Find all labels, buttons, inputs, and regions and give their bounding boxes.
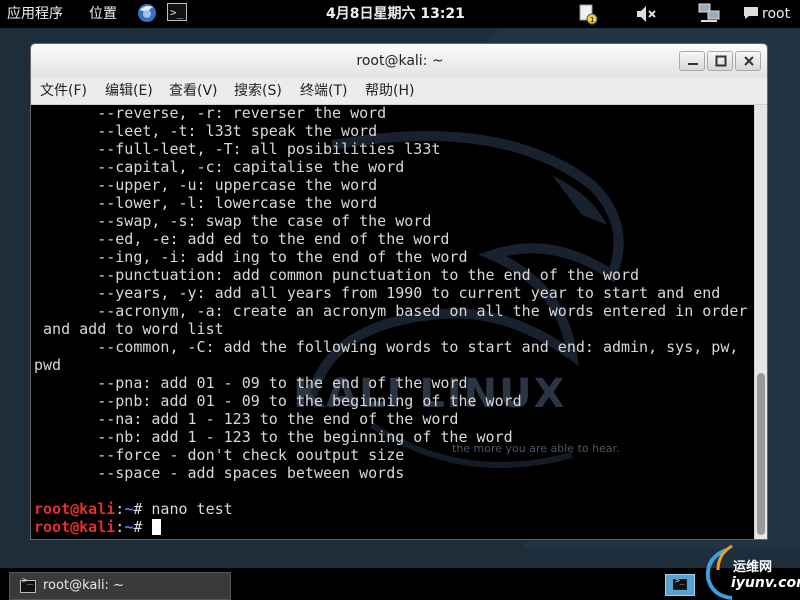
output-line: --punctuation: add common punctuation to… xyxy=(34,266,640,284)
iceweasel-browser-icon[interactable] xyxy=(136,2,158,24)
prompt-symbol: # xyxy=(133,500,152,518)
output-line: --leet, -t: l33t speak the word xyxy=(34,122,378,140)
places-menu[interactable]: 位置 xyxy=(89,0,117,28)
terminal-output: --reverse, -r: reverser the word --leet,… xyxy=(34,105,747,536)
output-line: --nb: add 1 - 123 to the beginning of th… xyxy=(34,428,513,446)
text-cursor xyxy=(152,519,162,535)
output-line: --space - add spaces between words xyxy=(34,464,405,482)
output-line: and add to word list xyxy=(34,320,224,338)
chat-bubble-icon[interactable] xyxy=(742,5,760,21)
output-line: --upper, -u: uppercase the word xyxy=(34,176,378,194)
close-button[interactable] xyxy=(735,51,761,71)
network-icon[interactable] xyxy=(697,3,721,25)
menu-file[interactable]: 文件(F) xyxy=(40,78,87,104)
output-line: --na: add 1 - 123 to the end of the word xyxy=(34,410,459,428)
notification-icon[interactable]: 1 xyxy=(578,3,598,25)
prompt-line-current[interactable]: root@kali:~# xyxy=(34,518,747,536)
minimize-button[interactable] xyxy=(679,51,705,71)
prompt-user: root@kali xyxy=(34,518,116,536)
prompt-separator: : xyxy=(115,500,125,518)
output-line: --years, -y: add all years from 1990 to … xyxy=(34,284,721,302)
minimize-icon xyxy=(688,63,698,65)
user-menu[interactable]: root xyxy=(762,0,790,28)
output-line: --force - don't check ooutput size xyxy=(34,446,405,464)
prompt-user: root@kali xyxy=(34,500,116,518)
menu-terminal[interactable]: 终端(T) xyxy=(300,78,347,104)
output-line: --pna: add 01 - 09 to the end of the wor… xyxy=(34,374,468,392)
menu-bar: 文件(F) 编辑(E) 查看(V) 搜索(S) 终端(T) 帮助(H) xyxy=(31,78,767,105)
maximize-icon xyxy=(715,55,727,67)
menu-help[interactable]: 帮助(H) xyxy=(365,78,414,104)
output-line: --ing, -i: add ing to the end of the wor… xyxy=(34,248,468,266)
bottom-panel: >_ root@kali: ~ >_ xyxy=(0,568,800,600)
output-line: --ed, -e: add ed to the end of the word xyxy=(34,230,450,248)
clock[interactable]: 4月8日星期六 13:21 xyxy=(326,0,465,28)
menu-view[interactable]: 查看(V) xyxy=(169,78,218,104)
output-line: --reverse, -r: reverser the word xyxy=(34,105,387,122)
terminal-glyph: >_ xyxy=(22,576,33,586)
maximize-button[interactable] xyxy=(707,51,733,71)
menu-edit[interactable]: 编辑(E) xyxy=(105,78,153,104)
terminal-icon: >_ xyxy=(20,576,36,593)
top-panel: 应用程序 位置 >_ 4月8日星期六 13:21 1 root xyxy=(0,0,800,28)
output-line: --common, -C: add the following words to… xyxy=(34,338,739,356)
prompt-line-command: root@kali:~# nano test xyxy=(34,500,747,518)
terminal-glyph: >_ xyxy=(675,576,685,585)
command-text: nano test xyxy=(151,500,233,518)
prompt-symbol: # xyxy=(133,518,152,536)
taskbar-item-terminal[interactable]: >_ root@kali: ~ xyxy=(9,572,231,600)
output-line: --capital, -c: capitalise the word xyxy=(34,158,405,176)
workspace-switcher[interactable]: >_ xyxy=(665,574,695,596)
logo-text-cn: 运维网 xyxy=(733,560,773,575)
taskbar-item-label: root@kali: ~ xyxy=(43,578,124,593)
terminal-launcher-icon[interactable]: >_ xyxy=(167,3,187,21)
output-line: --swap, -s: swap the case of the word xyxy=(34,212,432,230)
volume-muted-icon[interactable] xyxy=(634,3,658,25)
terminal-glyph: >_ xyxy=(170,6,184,19)
title-bar[interactable]: root@kali: ~ xyxy=(31,44,767,79)
terminal-area[interactable]: KALI LINUX the more you are able to hear… xyxy=(32,105,754,539)
vertical-scrollbar[interactable] xyxy=(754,105,767,539)
prompt-path: ~ xyxy=(124,518,134,536)
applications-menu[interactable]: 应用程序 xyxy=(7,0,63,28)
output-line: --full-leet, -T: all posibilities l33t xyxy=(34,140,441,158)
output-line: pwd xyxy=(34,356,62,374)
terminal-window: root@kali: ~ 文件(F) 编辑(E) 查看(V) 搜索(S) 终端(… xyxy=(30,43,768,540)
svg-text:1: 1 xyxy=(590,16,594,24)
prompt-path: ~ xyxy=(124,500,134,518)
output-line: --pnb: add 01 - 09 to the beginning of t… xyxy=(34,392,522,410)
output-line: --acronym, -a: create an acronym based o… xyxy=(34,302,748,320)
scrollbar-thumb[interactable] xyxy=(757,373,765,535)
prompt-separator: : xyxy=(115,518,125,536)
workspace-window-icon: >_ xyxy=(673,576,687,590)
logo-text-en: iyunv.com xyxy=(731,575,800,591)
close-icon xyxy=(744,56,754,66)
window-title: root@kali: ~ xyxy=(356,53,444,69)
menu-search[interactable]: 搜索(S) xyxy=(234,78,282,104)
output-line: --lower, -l: lowercase the word xyxy=(34,194,378,212)
